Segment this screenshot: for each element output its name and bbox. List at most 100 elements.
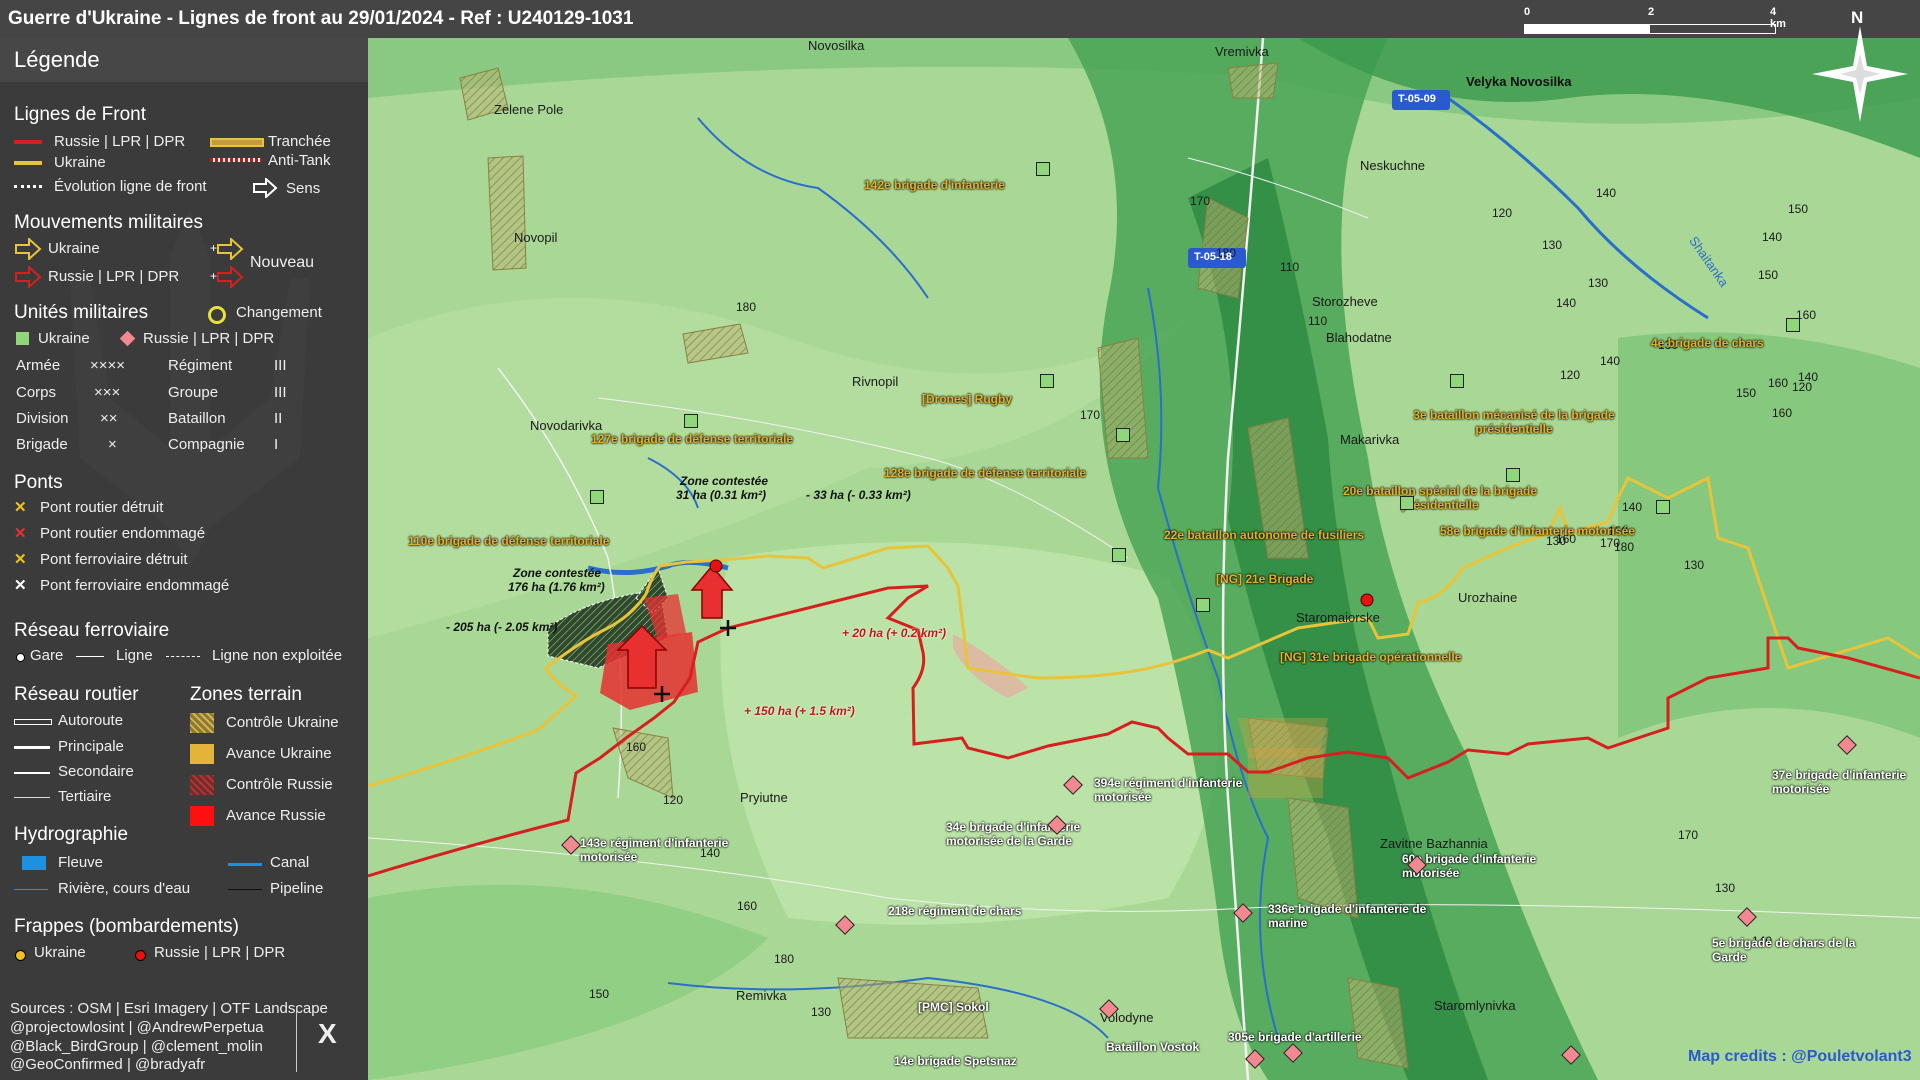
place-label: Rivnopil (852, 374, 899, 389)
antitank-swatch (210, 158, 262, 162)
compass-rose: N (1812, 8, 1908, 122)
sources-line: Sources : OSM | Esri Imagery | OTF Lands… (10, 1000, 328, 1017)
place-label: Staromlynivka (1434, 998, 1516, 1013)
russia-unit-label: Bataillon Vostok (1106, 1040, 1200, 1054)
unit-row-symbol: II (274, 410, 283, 427)
legend-bridge-item: Pont ferroviaire endommagé (40, 577, 230, 594)
ukraine-unit-label: 22e bataillon autonome de fusiliers (1164, 528, 1365, 542)
unit-row-label: Bataillon (168, 410, 226, 427)
unit-row-symbol: ×××× (90, 357, 126, 374)
ukraine-unit-label: 142e brigade d'infanterie (864, 178, 1005, 192)
rail-line-swatch (76, 656, 104, 657)
elevation-label: 130 (1715, 881, 1736, 895)
compass-north-label: N (1851, 8, 1864, 27)
road-badge-label: T-05-18 (1194, 251, 1232, 263)
legend-bridge-item: Pont ferroviaire détruit (40, 551, 188, 568)
ukraine-unit-label: 3e bataillon mécanisé de la brigade prés… (1413, 408, 1615, 436)
sources-divider (296, 1006, 297, 1072)
legend-move-new: Nouveau (250, 254, 315, 271)
trench-swatch (210, 138, 264, 147)
legend-rail-station: Gare (30, 647, 64, 664)
elevation-label: 160 (626, 740, 647, 754)
area-change-label: + 150 ha (+ 1.5 km²) (744, 704, 855, 718)
road-secondary-swatch (14, 772, 50, 774)
legend-road-item: Principale (58, 738, 124, 755)
area-change-label: - 33 ha (- 0.33 km²) (806, 488, 911, 502)
legend-bridge-item: Pont routier détruit (40, 499, 164, 516)
scale-bar-ruler (1524, 24, 1776, 34)
ukraine-unit-label: [Drones] Rugby (922, 392, 1012, 406)
elevation-label: 150 (1788, 202, 1809, 216)
unit-row-label: Armée (16, 357, 61, 374)
legend-hydro-river-big: Fleuve (58, 854, 104, 871)
legend-front-antitank: Anti-Tank (268, 152, 331, 169)
station-icon (16, 653, 25, 662)
place-label: Storozheve (1312, 294, 1378, 309)
ukraine-unit-swatch (16, 332, 29, 345)
legend-strikes-title: Frappes (bombardements) (14, 916, 239, 937)
zone-russia-control-swatch (190, 775, 214, 795)
road-main-swatch (14, 746, 50, 749)
legend-rail-line: Ligne (116, 647, 153, 664)
russia-unit-label: 143e régiment d'infanterie motorisée (580, 836, 729, 864)
zone-ukraine-control-swatch (190, 713, 214, 733)
elevation-label: 120 (663, 793, 684, 807)
russia-unit-label: 218e régiment de chars (888, 904, 1022, 918)
ukraine-move-arrow-icon (15, 238, 42, 260)
legend-move-ukraine: Ukraine (48, 240, 100, 257)
elevation-label: 150 (1758, 268, 1779, 282)
ukraine-unit-label: [NG] 21e Brigade (1216, 572, 1314, 586)
ukraine-unit-icon (590, 490, 604, 504)
unit-row-symbol: × (108, 436, 117, 453)
russia-unit-label: 14e brigade Spetsnaz (894, 1054, 1017, 1068)
elevation-label: 150 (589, 987, 610, 1001)
russia-unit-label: 336e brigade d'infanterie de marine (1268, 902, 1427, 930)
russia-unit-label: 60e brigade d'infanterie motorisée (1402, 852, 1537, 880)
place-label: Urozhaine (1458, 590, 1518, 605)
legend-rail-title: Réseau ferroviaire (14, 620, 170, 641)
elevation-label: 150 (1736, 386, 1757, 400)
bridge-rail-destroyed-icon: ✕ (14, 551, 27, 568)
legend-front-direction: Sens (286, 180, 321, 197)
place-label: Vremivka (1215, 44, 1269, 59)
elevation-label: 140 (1600, 354, 1621, 368)
rail-unused-swatch (166, 656, 200, 657)
strike-russia-icon (135, 950, 146, 961)
legend-road-item: Autoroute (58, 712, 124, 729)
ukraine-unit-icon (1450, 374, 1464, 388)
legend-rail-unused: Ligne non exploitée (212, 647, 343, 664)
elevation-label: 130 (1684, 558, 1705, 572)
contested-zone-label: Zone contestée (680, 474, 769, 488)
legend-hydro-title: Hydrographie (14, 824, 129, 845)
legend-strike-ukraine: Ukraine (34, 944, 86, 961)
russia-unit-label: 37e brigade d'infanterie motorisée (1772, 768, 1907, 796)
elevation-label: 130 (1542, 238, 1563, 252)
legend-zone-item: Contrôle Russie (226, 776, 333, 793)
bridge-rail-damaged-icon: ✕ (14, 577, 27, 594)
road-badge-label: T-05-09 (1398, 93, 1436, 105)
scale-tick: 4 km (1770, 6, 1786, 30)
unit-row-symbol: III (274, 384, 287, 401)
map-credits: Map credits : @Pouletvolant3 (1688, 1048, 1912, 1065)
bridge-road-damaged-icon: ✕ (14, 525, 27, 542)
ukraine-unit-icon (1786, 318, 1800, 332)
place-label: Zelene Pole (494, 102, 564, 117)
x-logo-icon[interactable]: X (318, 1018, 337, 1050)
new-ukraine-arrow-icon: + (210, 238, 244, 260)
ukraine-unit-icon (1036, 162, 1050, 176)
place-label: Makarivka (1340, 432, 1400, 447)
ukraine-unit-icon (1196, 598, 1210, 612)
river-big-swatch (22, 856, 46, 870)
sources-line: @GeoConfirmed | @bradyafr (10, 1056, 206, 1073)
elevation-label: 140 (1556, 296, 1577, 310)
map-canvas[interactable]: Novosilka Vremivka Velyka Novosilka Zelene … (368, 38, 1920, 1080)
ukraine-unit-label: 127e brigade de défense territoriale (591, 432, 794, 446)
legend-zone-item: Avance Ukraine (226, 745, 332, 762)
elevation-label: 140 (1622, 500, 1643, 514)
elevation-label: 160 (737, 899, 758, 913)
svg-text:+: + (210, 241, 217, 255)
settlement-zone (487, 155, 527, 271)
ukraine-unit-label: 110e brigade de défense territoriale (408, 534, 610, 548)
russia-move-arrow-icon (15, 266, 42, 288)
elevation-label: 170 (1190, 194, 1211, 208)
